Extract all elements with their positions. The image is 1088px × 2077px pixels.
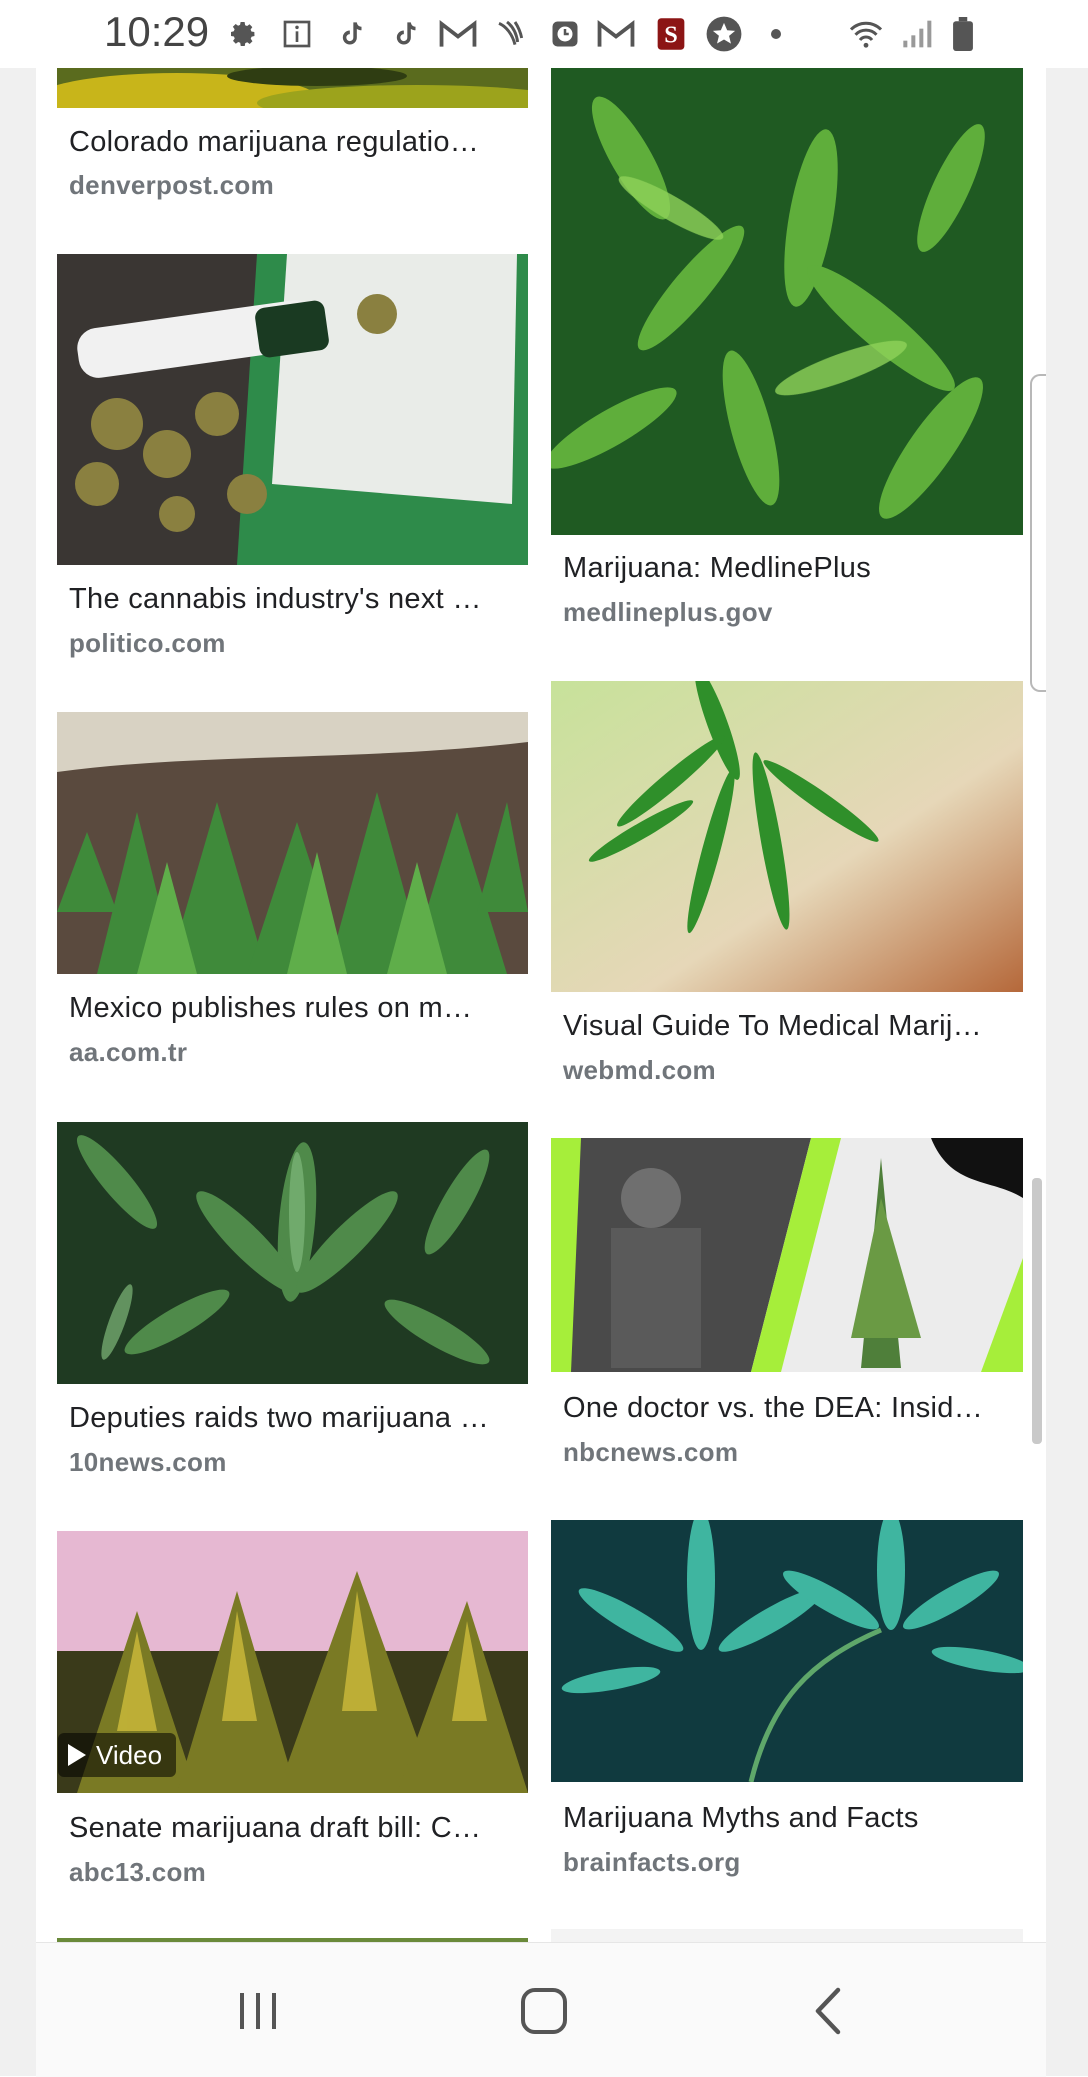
next-thumbnail-edge <box>551 1929 1023 1942</box>
result-source-8[interactable]: abc13.com <box>69 1857 206 1888</box>
screen-frame-right <box>1046 0 1088 2076</box>
video-badge: Video <box>58 1733 177 1777</box>
back-icon[interactable] <box>796 1979 860 2043</box>
result-source-7[interactable]: brainfacts.org <box>563 1847 741 1878</box>
result-title-1[interactable]: Marijuana: MedlinePlus <box>563 552 871 585</box>
clock-app-icon <box>548 16 582 52</box>
result-source-6[interactable]: 10news.com <box>69 1447 227 1478</box>
svg-text:S: S <box>664 22 678 49</box>
result-thumbnail-4[interactable] <box>57 712 528 974</box>
recent-apps-icon[interactable] <box>226 1979 290 2043</box>
video-badge-label: Video <box>96 1739 163 1770</box>
battery-icon <box>948 16 978 52</box>
result-thumbnail-7[interactable] <box>551 1520 1023 1782</box>
result-title-5[interactable]: One doctor vs. the DEA: Insid… <box>563 1392 983 1425</box>
result-source-4[interactable]: aa.com.tr <box>69 1037 187 1068</box>
tiktok-icon <box>334 16 368 52</box>
result-title-6[interactable]: Deputies raids two marijuana … <box>69 1402 489 1435</box>
info-icon <box>280 16 314 52</box>
gmail-icon <box>596 16 636 52</box>
result-title-7[interactable]: Marijuana Myths and Facts <box>563 1802 919 1835</box>
dot-icon <box>768 16 784 52</box>
result-title-0[interactable]: Colorado marijuana regulatio… <box>69 126 479 159</box>
status-bar: 10:29 S <box>0 0 1088 68</box>
result-title-8[interactable]: Senate marijuana draft bill: C… <box>69 1812 481 1845</box>
result-source-3[interactable]: webmd.com <box>563 1055 716 1086</box>
result-thumbnail-2[interactable] <box>57 254 528 565</box>
sprint-icon <box>492 16 530 52</box>
star-icon <box>704 16 744 52</box>
result-source-5[interactable]: nbcnews.com <box>563 1437 738 1468</box>
result-thumbnail-3[interactable] <box>551 681 1023 992</box>
scrollbar-thumb[interactable] <box>1032 1178 1042 1444</box>
stanford-icon: S <box>654 16 688 52</box>
result-thumbnail-5[interactable] <box>551 1138 1023 1372</box>
result-thumbnail-1[interactable] <box>551 68 1023 535</box>
status-time: 10:29 <box>104 8 210 55</box>
result-title-3[interactable]: Visual Guide To Medical Marij… <box>563 1010 982 1043</box>
result-source-0[interactable]: denverpost.com <box>69 170 274 201</box>
gmail-icon <box>438 16 478 52</box>
result-title-2[interactable]: The cannabis industry's next … <box>69 583 482 616</box>
result-thumbnail-0[interactable] <box>57 68 528 108</box>
wifi-icon <box>846 16 886 52</box>
result-source-2[interactable]: politico.com <box>69 628 226 659</box>
signal-icon <box>900 16 936 52</box>
tiktok-icon <box>388 16 422 52</box>
play-icon <box>68 1744 86 1766</box>
result-thumbnail-6[interactable] <box>57 1122 528 1384</box>
edge-panel-handle[interactable] <box>1030 374 1046 692</box>
settings-icon <box>226 16 260 52</box>
system-nav-bar <box>36 1942 1046 2077</box>
result-source-1[interactable]: medlineplus.gov <box>563 597 773 628</box>
screen-frame-left <box>0 0 36 2076</box>
result-title-4[interactable]: Mexico publishes rules on m… <box>69 992 472 1025</box>
home-icon[interactable] <box>512 1979 576 2043</box>
